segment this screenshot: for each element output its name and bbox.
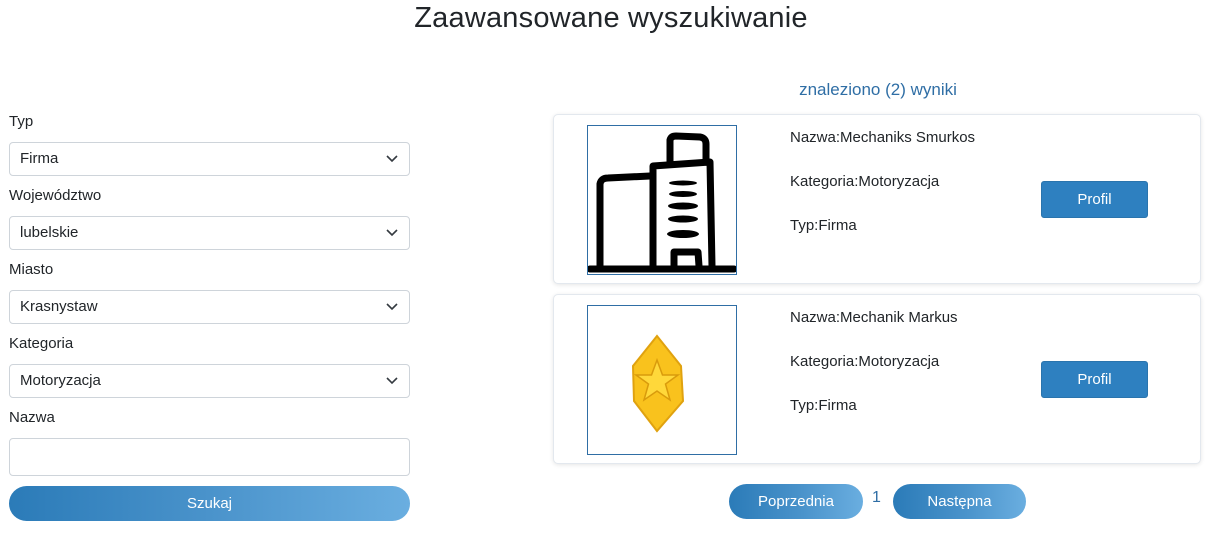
result-thumbnail[interactable] <box>587 125 737 275</box>
previous-page-button[interactable]: Poprzednia <box>729 484 863 519</box>
search-button[interactable]: Szukaj <box>9 486 410 521</box>
city-select[interactable]: Krasnystaw <box>9 290 410 324</box>
result-card: Nazwa:Mechaniks Smurkos Kategoria:Motory… <box>553 114 1201 284</box>
result-type: Typ:Firma <box>790 217 857 234</box>
result-info: Nazwa:Mechanik Markus Kategoria:Motoryza… <box>790 308 958 440</box>
result-name: Nazwa:Mechaniks Smurkos <box>790 129 976 146</box>
name-input[interactable] <box>9 438 410 476</box>
profile-button[interactable]: Profil <box>1041 181 1148 218</box>
chevron-down-icon <box>386 303 398 311</box>
chevron-down-icon <box>386 377 398 385</box>
type-select-value: Firma <box>20 150 59 167</box>
result-type: Typ:Firma <box>790 397 857 414</box>
category-label: Kategoria <box>9 335 74 352</box>
search-filter-form: Typ Firma Województwo lubelskie Miasto K… <box>9 112 410 521</box>
building-icon <box>588 132 736 273</box>
page-title: Zaawansowane wyszukiwanie <box>414 2 808 34</box>
result-card: Nazwa:Mechanik Markus Kategoria:Motoryza… <box>553 294 1201 464</box>
page: Zaawansowane wyszukiwanie Typ Firma Woje… <box>0 0 1210 543</box>
result-name: Nazwa:Mechanik Markus <box>790 309 958 326</box>
chevron-down-icon <box>386 155 398 163</box>
category-select-value: Motoryzacja <box>20 372 101 389</box>
category-select[interactable]: Motoryzacja <box>9 364 410 398</box>
voivodeship-select-value: lubelskie <box>20 224 79 241</box>
results-count: znaleziono (2) wyniki <box>799 80 957 99</box>
current-page-number[interactable]: 1 <box>872 489 881 507</box>
result-category: Kategoria:Motoryzacja <box>790 173 940 190</box>
voivodeship-select[interactable]: lubelskie <box>9 216 410 250</box>
result-category: Kategoria:Motoryzacja <box>790 353 940 370</box>
star-badge-icon <box>631 334 685 433</box>
next-page-button[interactable]: Następna <box>893 484 1026 519</box>
city-label: Miasto <box>9 261 54 278</box>
voivodeship-label: Województwo <box>9 187 102 204</box>
type-select[interactable]: Firma <box>9 142 410 176</box>
name-label: Nazwa <box>9 409 55 426</box>
profile-button[interactable]: Profil <box>1041 361 1148 398</box>
result-info: Nazwa:Mechaniks Smurkos Kategoria:Motory… <box>790 128 975 260</box>
chevron-down-icon <box>386 229 398 237</box>
type-label: Typ <box>9 113 34 130</box>
result-thumbnail[interactable] <box>587 305 737 455</box>
city-select-value: Krasnystaw <box>20 298 98 315</box>
